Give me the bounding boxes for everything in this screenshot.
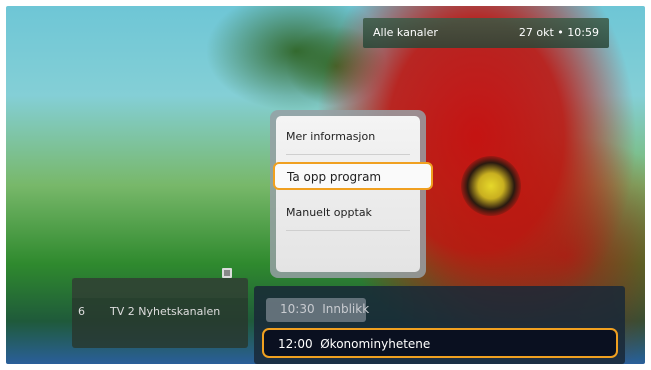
- menu-item-record-program[interactable]: Ta opp program: [273, 162, 433, 190]
- menu-item-label: Mer informasjon: [286, 130, 376, 143]
- channel-filter-label: Alle kanaler: [373, 26, 438, 39]
- menu-item-label: Ta opp program: [287, 170, 382, 184]
- background-image: [461, 156, 521, 216]
- menu-item-more-info[interactable]: Mer informasjon: [286, 130, 375, 143]
- menu-divider: [286, 154, 410, 155]
- status-bar: Alle kanaler 27 okt • 10:59: [363, 18, 609, 48]
- program-title: Innblikk: [322, 302, 370, 316]
- program-row-selected[interactable]: 12:00 Økonominyhetene: [262, 328, 618, 358]
- channel-name: TV 2 Nyhetskanalen: [110, 305, 221, 318]
- program-time: 10:30: [280, 302, 315, 316]
- channel-info[interactable]: 6 TV 2 Nyhetskanalen: [72, 278, 248, 348]
- program-label: 12:00 Økonominyhetene: [278, 337, 430, 351]
- program-time: 12:00: [278, 337, 313, 351]
- program-title: Økonominyhetene: [320, 337, 431, 351]
- menu-item-label: Manuelt opptak: [286, 206, 372, 219]
- context-menu: Mer informasjon Ta opp program Manuelt o…: [270, 110, 433, 278]
- program-label: 10:30 Innblikk: [280, 302, 369, 316]
- program-row-current[interactable]: 10:30 Innblikk: [266, 298, 369, 322]
- list-icon: [222, 268, 232, 278]
- menu-divider: [286, 230, 410, 231]
- date-time: 27 okt • 10:59: [518, 26, 599, 39]
- tv-screen: Alle kanaler 27 okt • 10:59 Mer informas…: [6, 6, 645, 364]
- program-list: 10:30 Innblikk 12:00 Økonominyhetene: [254, 286, 625, 364]
- channel-number: 6: [78, 305, 85, 318]
- channel-tab: [72, 278, 248, 298]
- context-menu-panel: Mer informasjon Ta opp program Manuelt o…: [273, 116, 433, 272]
- menu-item-manual-recording[interactable]: Manuelt opptak: [286, 206, 372, 219]
